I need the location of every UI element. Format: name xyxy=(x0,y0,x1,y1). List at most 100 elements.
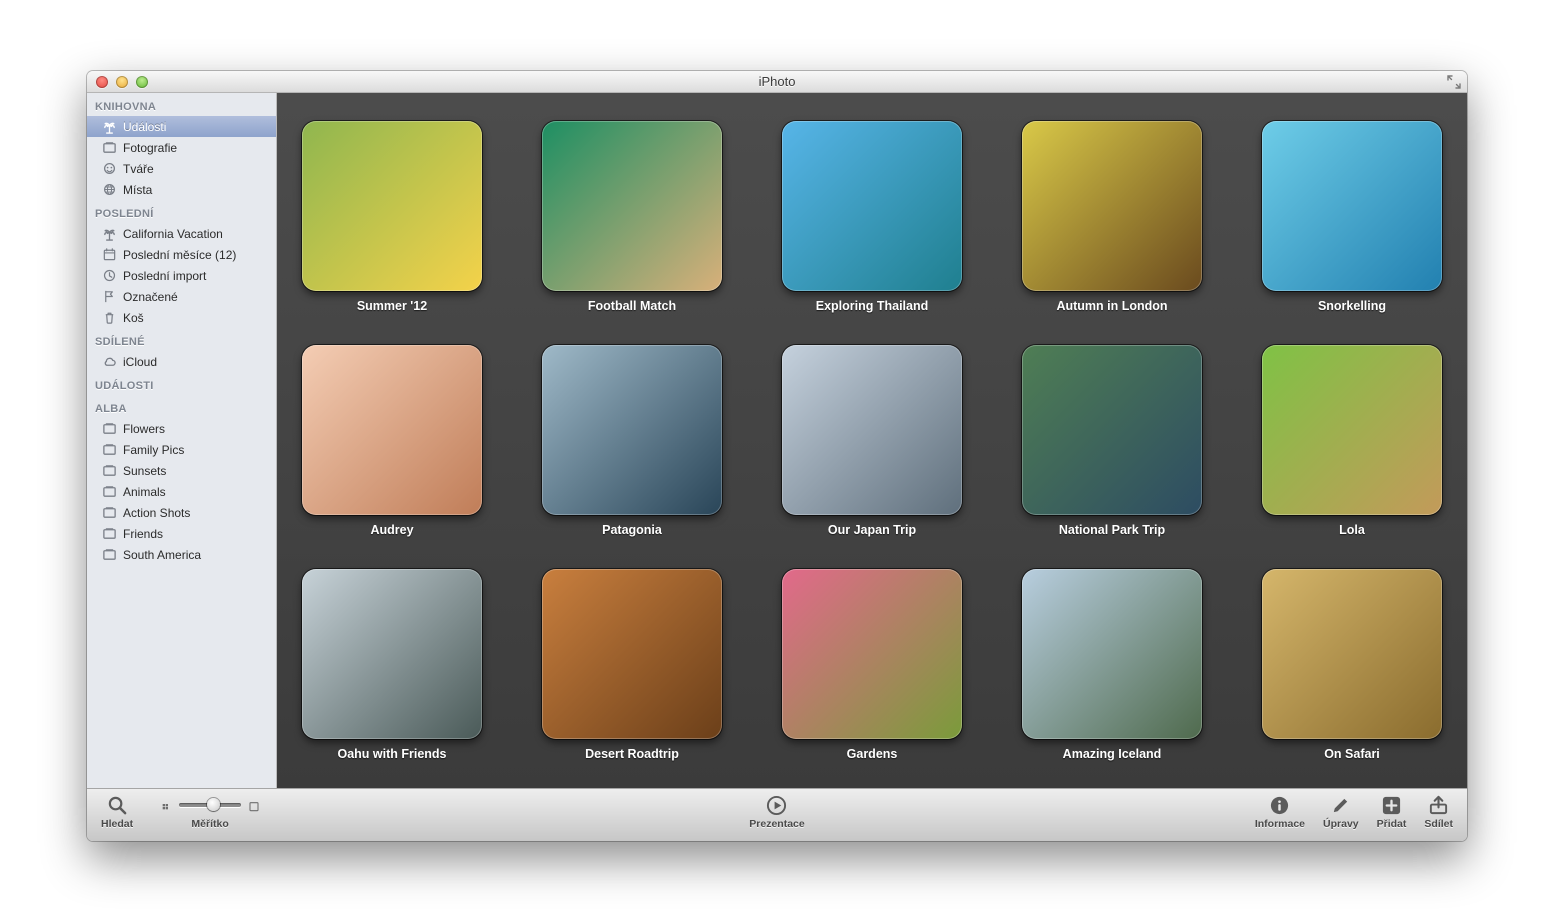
event-label: Lola xyxy=(1339,523,1365,537)
event-on-safari[interactable]: On Safari xyxy=(1262,569,1442,761)
event-thumbnail xyxy=(1262,569,1442,739)
sidebar-section-heading: ALBA xyxy=(87,395,276,418)
event-label: Oahu with Friends xyxy=(337,747,446,761)
traffic-lights xyxy=(87,76,148,88)
zoom-slider[interactable] xyxy=(179,803,241,807)
share-icon xyxy=(1428,794,1450,816)
sidebar-item-animals[interactable]: Animals xyxy=(87,481,276,502)
sidebar-item-ud-losti[interactable]: Události xyxy=(87,116,276,137)
sidebar-item-label: Místa xyxy=(123,183,152,197)
sidebar[interactable]: KNIHOVNAUdálostiFotografieTvářeMístaPOSL… xyxy=(87,93,277,788)
event-label: Desert Roadtrip xyxy=(585,747,679,761)
sidebar-item-label: Události xyxy=(123,120,166,134)
sidebar-section-heading: KNIHOVNA xyxy=(87,93,276,116)
sidebar-item-friends[interactable]: Friends xyxy=(87,523,276,544)
sidebar-item-posledn-m-s-ce-12-[interactable]: Poslední měsíce (12) xyxy=(87,244,276,265)
sidebar-item-tv-e[interactable]: Tváře xyxy=(87,158,276,179)
event-lola[interactable]: Lola xyxy=(1262,345,1442,537)
sidebar-item-sunsets[interactable]: Sunsets xyxy=(87,460,276,481)
info-label: Informace xyxy=(1255,818,1305,830)
plus-icon xyxy=(1381,794,1403,816)
share-label: Sdílet xyxy=(1424,818,1453,830)
bottom-toolbar: Hledat Měřítko Prezentace xyxy=(87,789,1467,841)
app-window: iPhoto KNIHOVNA Události FotografieTváře Mí… xyxy=(87,71,1467,841)
flag-icon xyxy=(101,289,117,305)
event-thumbnail xyxy=(302,569,482,739)
event-label: On Safari xyxy=(1324,747,1380,761)
event-our-japan-trip[interactable]: Our Japan Trip xyxy=(782,345,962,537)
sidebar-item-icloud[interactable]: iCloud xyxy=(87,351,276,372)
sidebar-item-label: California Vacation xyxy=(123,227,223,241)
zoom-out-icon[interactable] xyxy=(159,799,173,811)
event-thumbnail xyxy=(1022,345,1202,515)
zoom-slider-knob[interactable] xyxy=(207,798,220,811)
sidebar-item-posledn-import[interactable]: Poslední import xyxy=(87,265,276,286)
zoom-label: Měřítko xyxy=(191,818,228,830)
pencil-icon xyxy=(1330,794,1352,816)
edit-button[interactable]: Úpravy xyxy=(1323,794,1359,830)
info-button[interactable]: Informace xyxy=(1255,794,1305,830)
sidebar-item-label: Sunsets xyxy=(123,464,166,478)
sidebar-item-south-america[interactable]: South America xyxy=(87,544,276,565)
palm-icon xyxy=(101,119,117,135)
content-area[interactable]: Summer '12 Football Match Exploring Thaila… xyxy=(277,93,1467,788)
event-oahu-with-friends[interactable]: Oahu with Friends xyxy=(302,569,482,761)
edit-label: Úpravy xyxy=(1323,818,1359,830)
event-label: National Park Trip xyxy=(1059,523,1165,537)
sidebar-item-label: South America xyxy=(123,548,201,562)
event-label: Patagonia xyxy=(602,523,662,537)
zoom-button[interactable] xyxy=(136,76,148,88)
sidebar-item-m-sta[interactable]: Místa xyxy=(87,179,276,200)
sidebar-item-label: Poslední měsíce (12) xyxy=(123,248,236,262)
sidebar-item-action-shots[interactable]: Action Shots xyxy=(87,502,276,523)
add-label: Přidat xyxy=(1377,818,1407,830)
sidebar-section-heading: SDÍLENÉ xyxy=(87,328,276,351)
sidebar-item-flowers[interactable]: Flowers xyxy=(87,418,276,439)
event-autumn-in-london[interactable]: Autumn in London xyxy=(1022,121,1202,313)
event-thumbnail xyxy=(782,345,962,515)
event-thumbnail xyxy=(302,345,482,515)
event-amazing-iceland[interactable]: Amazing Iceland xyxy=(1022,569,1202,761)
sidebar-item-family-pics[interactable]: Family Pics xyxy=(87,439,276,460)
event-label: Audrey xyxy=(370,523,413,537)
event-gardens[interactable]: Gardens xyxy=(782,569,962,761)
event-label: Football Match xyxy=(588,299,676,313)
info-icon xyxy=(1269,794,1291,816)
slideshow-button[interactable]: Prezentace xyxy=(749,794,804,830)
sidebar-item-fotografie[interactable]: Fotografie xyxy=(87,137,276,158)
sidebar-section-heading: UDÁLOSTI xyxy=(87,372,276,395)
add-button[interactable]: Přidat xyxy=(1377,794,1407,830)
stack-icon xyxy=(101,484,117,500)
stack-icon xyxy=(101,140,117,156)
share-button[interactable]: Sdílet xyxy=(1424,794,1453,830)
minimize-button[interactable] xyxy=(116,76,128,88)
titlebar[interactable]: iPhoto xyxy=(87,71,1467,93)
event-audrey[interactable]: Audrey xyxy=(302,345,482,537)
sidebar-item-california-vacation[interactable]: California Vacation xyxy=(87,223,276,244)
sidebar-item-label: Family Pics xyxy=(123,443,184,457)
event-football-match[interactable]: Football Match xyxy=(542,121,722,313)
event-thumbnail xyxy=(542,121,722,291)
close-button[interactable] xyxy=(96,76,108,88)
face-icon xyxy=(101,161,117,177)
zoom-in-icon[interactable] xyxy=(247,799,261,811)
sidebar-item-label: Flowers xyxy=(123,422,165,436)
event-exploring-thailand[interactable]: Exploring Thailand xyxy=(782,121,962,313)
sidebar-item-label: Friends xyxy=(123,527,163,541)
stack-icon xyxy=(101,547,117,563)
fullscreen-button[interactable] xyxy=(1447,75,1461,89)
event-snorkelling[interactable]: Snorkelling xyxy=(1262,121,1442,313)
sidebar-item-ko-[interactable]: Koš xyxy=(87,307,276,328)
cloud-icon xyxy=(101,354,117,370)
event-summer-12[interactable]: Summer '12 xyxy=(302,121,482,313)
search-button[interactable]: Hledat xyxy=(101,794,133,830)
event-thumbnail xyxy=(782,121,962,291)
sidebar-item-ozna-en-[interactable]: Označené xyxy=(87,286,276,307)
events-grid: Summer '12 Football Match Exploring Thaila… xyxy=(295,121,1449,761)
play-icon xyxy=(766,794,788,816)
sidebar-item-label: Označené xyxy=(123,290,178,304)
event-patagonia[interactable]: Patagonia xyxy=(542,345,722,537)
event-national-park-trip[interactable]: National Park Trip xyxy=(1022,345,1202,537)
sidebar-item-label: Poslední import xyxy=(123,269,206,283)
event-desert-roadtrip[interactable]: Desert Roadtrip xyxy=(542,569,722,761)
